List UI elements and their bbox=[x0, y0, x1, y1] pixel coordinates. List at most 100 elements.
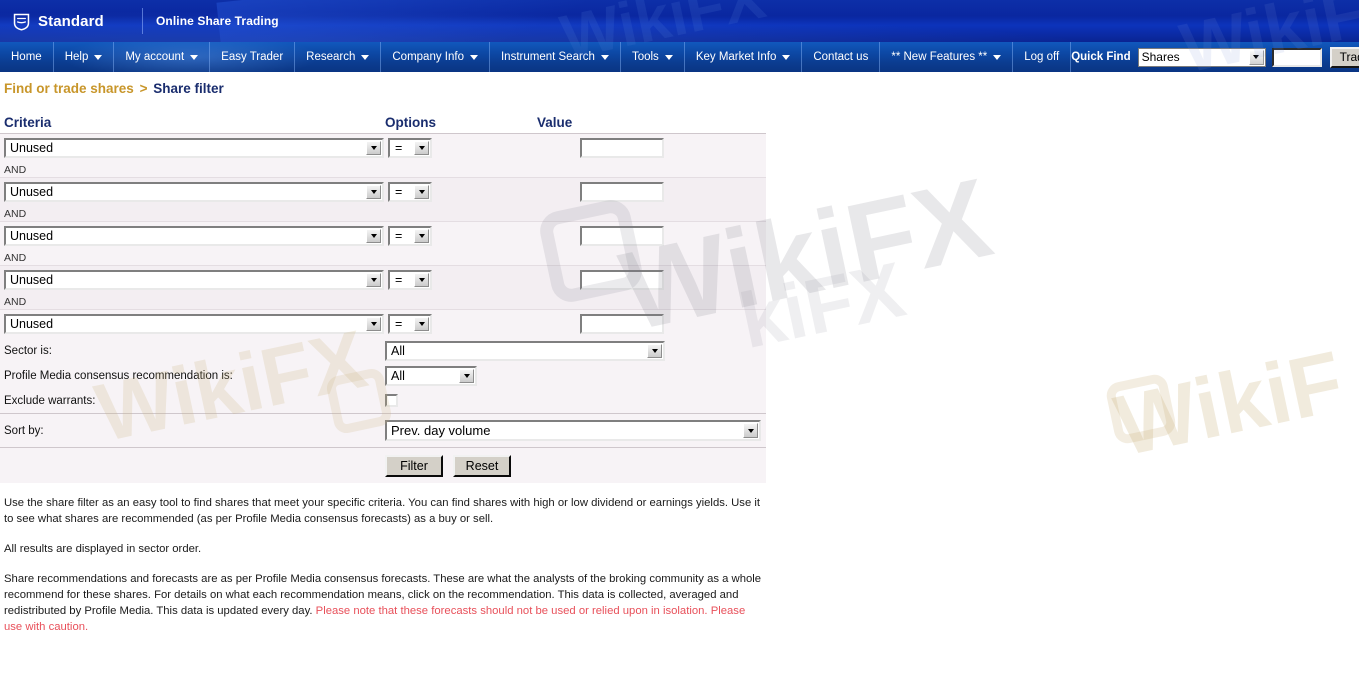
value-input[interactable] bbox=[580, 270, 664, 290]
nav-item-my-account[interactable]: My account bbox=[114, 42, 211, 72]
operator-select[interactable]: = bbox=[388, 182, 432, 202]
criteria-select[interactable]: Unused bbox=[4, 226, 384, 246]
reset-button[interactable]: Reset bbox=[453, 454, 511, 477]
quick-find-label: Quick Find bbox=[1071, 51, 1131, 63]
operator-select[interactable]: = bbox=[388, 314, 432, 334]
sort-label: Sort by: bbox=[4, 424, 44, 437]
quick-find-input[interactable] bbox=[1271, 47, 1322, 67]
column-header-options: Options bbox=[385, 115, 436, 130]
nav-item-label: Instrument Search bbox=[500, 51, 595, 63]
app-header: Standard Online Share Trading bbox=[0, 0, 1359, 42]
filter-button[interactable]: Filter bbox=[385, 454, 443, 477]
operator-select-value: = bbox=[395, 317, 403, 331]
exclude-warrants-checkbox[interactable] bbox=[385, 394, 398, 407]
exclude-warrants-label: Exclude warrants: bbox=[4, 394, 96, 407]
nav-item-tools[interactable]: Tools bbox=[621, 42, 685, 72]
criteria-select-value: Unused bbox=[10, 229, 54, 243]
chevron-down-icon bbox=[94, 54, 103, 60]
chevron-down-icon bbox=[469, 54, 478, 60]
criteria-row: Unused = bbox=[0, 310, 766, 338]
chevron-down-icon bbox=[414, 273, 429, 287]
operator-select-value: = bbox=[395, 185, 403, 199]
sort-row: Sort by: Prev. day volume bbox=[0, 414, 766, 447]
sort-select[interactable]: Prev. day volume bbox=[385, 420, 761, 441]
criteria-select-value: Unused bbox=[10, 141, 54, 155]
nav-item-company-info[interactable]: Company Info bbox=[381, 42, 490, 72]
nav-item-help[interactable]: Help bbox=[54, 42, 115, 72]
main-navigation: Home Help My account Easy Trader Research Com… bbox=[0, 42, 1359, 72]
nav-item-label: ** New Features ** bbox=[891, 51, 988, 63]
chevron-down-icon bbox=[414, 185, 429, 199]
nav-item-home[interactable]: Home bbox=[0, 42, 54, 72]
help-paragraph-2: All results are displayed in sector orde… bbox=[4, 543, 202, 555]
operator-select-value: = bbox=[395, 229, 403, 243]
breadcrumb-parent[interactable]: Find or trade shares bbox=[4, 81, 134, 96]
brand-logo[interactable]: Standard bbox=[0, 12, 140, 31]
and-separator: AND bbox=[0, 206, 766, 222]
column-header-value: Value bbox=[537, 115, 573, 130]
nav-item-label: Easy Trader bbox=[221, 51, 284, 63]
chevron-down-icon bbox=[366, 185, 381, 199]
criteria-select-value: Unused bbox=[10, 317, 54, 331]
trade-button[interactable]: Trade bbox=[1329, 46, 1359, 68]
chevron-down-icon bbox=[366, 273, 381, 287]
nav-item-label: My account bbox=[125, 51, 185, 63]
chevron-down-icon bbox=[1248, 49, 1264, 65]
operator-select[interactable]: = bbox=[388, 270, 432, 290]
nav-item-new-features[interactable]: ** New Features ** bbox=[880, 42, 1014, 72]
recommendation-row: Profile Media consensus recommendation i… bbox=[0, 363, 766, 388]
chevron-down-icon bbox=[414, 317, 429, 331]
chevron-down-icon bbox=[414, 229, 429, 243]
criteria-select[interactable]: Unused bbox=[4, 138, 384, 158]
nav-item-easy-trader[interactable]: Easy Trader bbox=[210, 42, 296, 72]
sector-row: Sector is: All bbox=[0, 338, 766, 363]
sort-select-value: Prev. day volume bbox=[391, 423, 491, 438]
page-title: Share filter bbox=[153, 81, 224, 96]
value-input[interactable] bbox=[580, 182, 664, 202]
operator-select[interactable]: = bbox=[388, 138, 432, 158]
nav-item-key-market-info[interactable]: Key Market Info bbox=[685, 42, 803, 72]
recommendation-select[interactable]: All bbox=[385, 365, 477, 386]
criteria-row: Unused = bbox=[0, 266, 766, 294]
sector-select[interactable]: All bbox=[385, 340, 665, 361]
brand-name: Standard bbox=[38, 12, 104, 30]
and-separator: AND bbox=[0, 294, 766, 310]
chevron-down-icon bbox=[366, 141, 381, 155]
page-content: Find or trade shares > Share filter Crit… bbox=[0, 72, 1359, 635]
nav-item-research[interactable]: Research bbox=[295, 42, 382, 72]
value-input[interactable] bbox=[580, 314, 664, 334]
criteria-select[interactable]: Unused bbox=[4, 314, 384, 334]
operator-select-value: = bbox=[395, 273, 403, 287]
criteria-rows: Unused = AND Unused = AND Unused = AND Unused = AND… bbox=[0, 134, 766, 338]
criteria-select[interactable]: Unused bbox=[4, 182, 384, 202]
action-buttons: Filter Reset bbox=[0, 448, 766, 483]
criteria-row: Unused = bbox=[0, 134, 766, 162]
quick-find-group: Quick Find Shares Trade bbox=[1071, 42, 1359, 72]
operator-select[interactable]: = bbox=[388, 226, 432, 246]
value-input[interactable] bbox=[580, 138, 664, 158]
chevron-down-icon bbox=[647, 343, 662, 358]
quick-find-select[interactable]: Shares bbox=[1137, 47, 1266, 67]
help-paragraph-3: Share recommendations and forecasts are … bbox=[4, 571, 762, 635]
exclude-warrants-row: Exclude warrants: bbox=[0, 388, 766, 413]
filter-options-block: Sector is: All Profile Media consensus r… bbox=[0, 338, 766, 413]
nav-item-contact-us[interactable]: Contact us bbox=[802, 42, 881, 72]
recommendation-label: Profile Media consensus recommendation i… bbox=[4, 369, 233, 382]
chevron-down-icon bbox=[366, 229, 381, 243]
criteria-select[interactable]: Unused bbox=[4, 270, 384, 290]
value-input[interactable] bbox=[580, 226, 664, 246]
share-filter-panel: Criteria Options Value Unused = AND Unused =… bbox=[0, 102, 766, 483]
nav-item-log-off[interactable]: Log off bbox=[1013, 42, 1072, 72]
sector-label: Sector is: bbox=[4, 344, 52, 357]
nav-item-label: Key Market Info bbox=[695, 51, 777, 63]
nav-item-instrument-search[interactable]: Instrument Search bbox=[490, 42, 621, 72]
shield-logo-icon bbox=[13, 13, 30, 31]
breadcrumb-separator: > bbox=[139, 81, 148, 96]
nav-item-label: Research bbox=[306, 51, 356, 63]
nav-item-label: Log off bbox=[1024, 51, 1060, 63]
nav-item-label: Contact us bbox=[813, 51, 869, 63]
nav-item-label: Company Info bbox=[392, 51, 464, 63]
sector-select-value: All bbox=[391, 343, 405, 358]
column-header-criteria: Criteria bbox=[4, 115, 52, 130]
chevron-down-icon bbox=[664, 54, 673, 60]
